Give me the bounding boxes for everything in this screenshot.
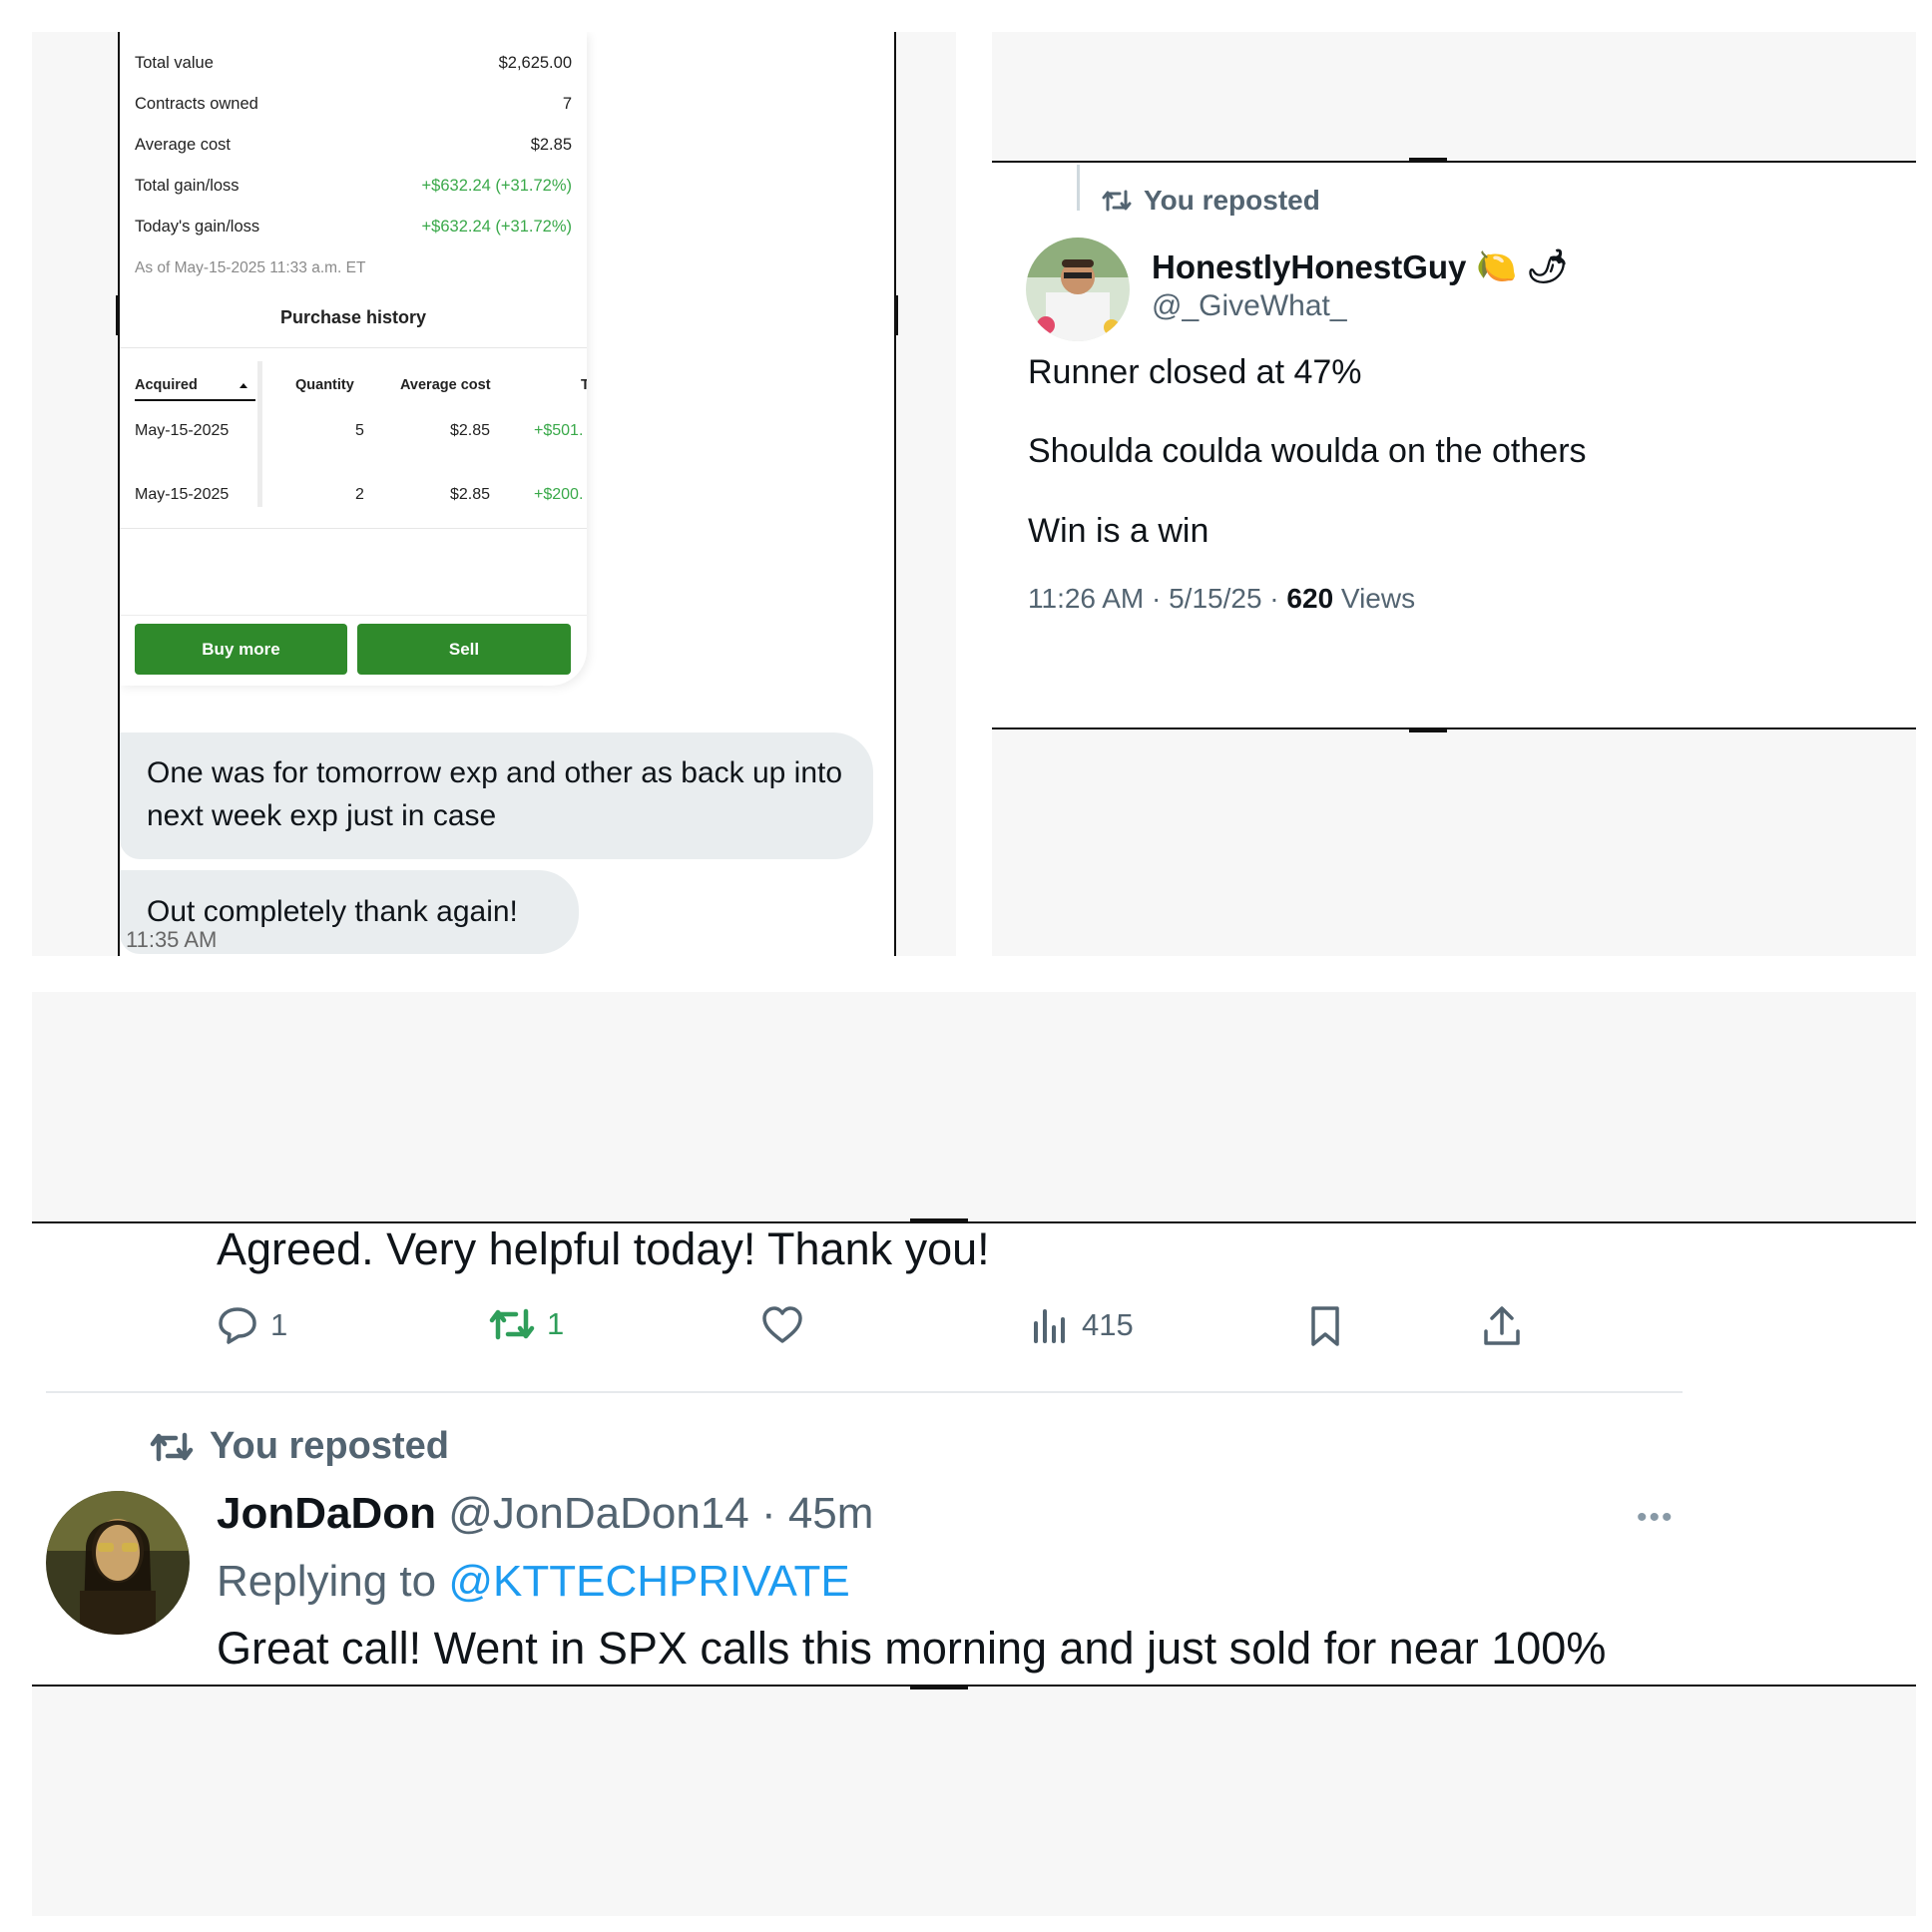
frame-notch xyxy=(894,295,898,335)
average-cost-row: Average cost $2.85 xyxy=(135,136,572,155)
reply-feed: Agreed. Very helpful today! Thank you! 1… xyxy=(32,1221,1916,1687)
views-count: 415 xyxy=(1082,1307,1134,1342)
cell-quantity: 2 xyxy=(355,486,364,503)
sort-asc-icon xyxy=(240,383,247,388)
col-total[interactable]: T xyxy=(581,377,587,393)
share-action[interactable] xyxy=(1481,1305,1523,1347)
repost-action[interactable]: 1 xyxy=(489,1305,564,1343)
reply-count: 1 xyxy=(270,1307,288,1342)
replies-panel: Agreed. Very helpful today! Thank you! 1… xyxy=(32,992,1916,1916)
views-action[interactable]: 415 xyxy=(1030,1305,1134,1345)
row-label: Total gain/loss xyxy=(135,177,240,195)
cell-gain: +$200. xyxy=(534,486,584,503)
share-icon xyxy=(1484,1306,1520,1345)
buy-more-button[interactable]: Buy more xyxy=(135,624,347,675)
repost-icon xyxy=(150,1432,194,1461)
cell-avg-cost: $2.85 xyxy=(450,422,491,439)
reply-action[interactable]: 1 xyxy=(217,1305,287,1345)
author-header[interactable]: JonDaDon @JonDaDon14 · 45m xyxy=(217,1489,873,1539)
display-name: HonestlyHonestGuy xyxy=(1152,247,1467,285)
frame-notch xyxy=(116,295,120,335)
tweet-card[interactable]: You reposted HonestlyHonestGuy 🍋 🌶 @_Giv… xyxy=(992,161,1916,729)
bookmark-action[interactable] xyxy=(1307,1305,1343,1347)
purchase-history-title: Purchase history xyxy=(279,307,427,327)
divider xyxy=(120,528,587,529)
divider xyxy=(120,615,587,616)
author-name[interactable]: HonestlyHonestGuy 🍋 🌶 xyxy=(1152,247,1569,286)
cell-acquired: May-15-2025 xyxy=(135,486,230,503)
row-value: 7 xyxy=(562,95,572,113)
views-label: Views xyxy=(1333,583,1416,614)
position-card: Total value $2,625.00 Contracts owned 7 … xyxy=(120,32,587,686)
heart-icon xyxy=(762,1306,802,1343)
brokerage-message-panel: Total value $2,625.00 Contracts owned 7 … xyxy=(32,32,956,956)
message-bubble[interactable]: One was for tomorrow exp and other as ba… xyxy=(120,732,873,859)
frame-notch xyxy=(1409,158,1447,162)
mention-link[interactable]: @KTTECHPRIVATE xyxy=(448,1557,849,1606)
cell-acquired: May-15-2025 xyxy=(135,422,230,439)
divider xyxy=(120,347,587,348)
tweet-meta[interactable]: 11:26 AM · 5/15/25 · 620 Views xyxy=(1028,583,1415,615)
avatar-image xyxy=(1026,238,1130,341)
as-of-timestamp: As of May-15-2025 11:33 a.m. ET xyxy=(135,259,366,276)
col-average-cost[interactable]: Average cost xyxy=(400,377,491,393)
contracts-owned-row: Contracts owned 7 xyxy=(135,95,572,114)
row-label: Average cost xyxy=(135,136,232,154)
tweet-timestamp: 11:26 AM · 5/15/25 · xyxy=(1028,583,1287,614)
avatar[interactable] xyxy=(46,1491,190,1635)
analytics-icon xyxy=(1034,1309,1065,1343)
repost-icon xyxy=(489,1308,535,1340)
column-divider xyxy=(257,361,262,507)
name-emojis: 🍋 🌶 xyxy=(1476,247,1569,284)
reply-text: Great call! Went in SPX calls this morni… xyxy=(217,1623,1607,1674)
author-handle[interactable]: @_GiveWhat_ xyxy=(1152,289,1347,323)
repost-count: 1 xyxy=(547,1306,565,1341)
row-value: +$632.24 (+31.72%) xyxy=(421,177,572,195)
avatar[interactable] xyxy=(1026,238,1130,341)
avatar-image xyxy=(46,1491,190,1635)
tweet-text-line: Shoulda coulda woulda on the others xyxy=(1028,432,1587,470)
repost-label: You reposted xyxy=(1144,185,1320,216)
thread-line xyxy=(1077,165,1080,211)
row-label: Today's gain/loss xyxy=(135,218,260,236)
frame-notch xyxy=(1409,728,1447,732)
sell-button[interactable]: Sell xyxy=(357,624,571,675)
total-value-row: Total value $2,625.00 xyxy=(135,54,572,73)
todays-gain-row: Today's gain/loss +$632.24 (+31.72%) xyxy=(135,218,572,237)
sort-underline xyxy=(135,399,255,401)
views-count: 620 xyxy=(1286,583,1334,614)
row-label: Total value xyxy=(135,54,214,72)
replying-to: Replying to @KTTECHPRIVATE xyxy=(217,1557,850,1607)
repost-icon xyxy=(1102,190,1132,212)
cell-quantity: 5 xyxy=(355,422,364,439)
divider xyxy=(46,1391,1683,1393)
row-value: $2,625.00 xyxy=(498,54,572,72)
display-name: JonDaDon xyxy=(217,1489,436,1538)
repost-tweet-panel: You reposted HonestlyHonestGuy 🍋 🌶 @_Giv… xyxy=(992,32,1916,956)
repost-indicator: You reposted xyxy=(1102,185,1320,217)
more-options-icon[interactable]: ••• xyxy=(1637,1501,1675,1535)
tweet-text-line: Runner closed at 47% xyxy=(1028,353,1362,391)
message-thread: Total value $2,625.00 Contracts owned 7 … xyxy=(118,32,896,956)
message-timestamp: 11:35 AM xyxy=(126,927,218,952)
row-value: +$632.24 (+31.72%) xyxy=(421,218,572,236)
comment-icon xyxy=(219,1307,256,1344)
row-label: Contracts owned xyxy=(135,95,258,113)
col-quantity[interactable]: Quantity xyxy=(295,377,354,393)
bookmark-icon xyxy=(1311,1306,1339,1346)
repost-indicator: You reposted xyxy=(150,1425,449,1468)
cell-avg-cost: $2.85 xyxy=(450,486,491,503)
handle-and-time: @JonDaDon14 · 45m xyxy=(436,1489,874,1538)
frame-notch xyxy=(910,1218,968,1222)
col-acquired[interactable]: Acquired xyxy=(135,377,198,393)
reply-text: Agreed. Very helpful today! Thank you! xyxy=(217,1223,990,1274)
cell-gain: +$501. xyxy=(534,422,584,439)
like-action[interactable] xyxy=(760,1305,816,1345)
frame-notch xyxy=(910,1686,968,1690)
total-gain-row: Total gain/loss +$632.24 (+31.72%) xyxy=(135,177,572,196)
row-value: $2.85 xyxy=(530,136,572,154)
replying-prefix: Replying to xyxy=(217,1557,449,1606)
tweet-text-line: Win is a win xyxy=(1028,512,1209,550)
repost-label: You reposted xyxy=(210,1425,449,1467)
